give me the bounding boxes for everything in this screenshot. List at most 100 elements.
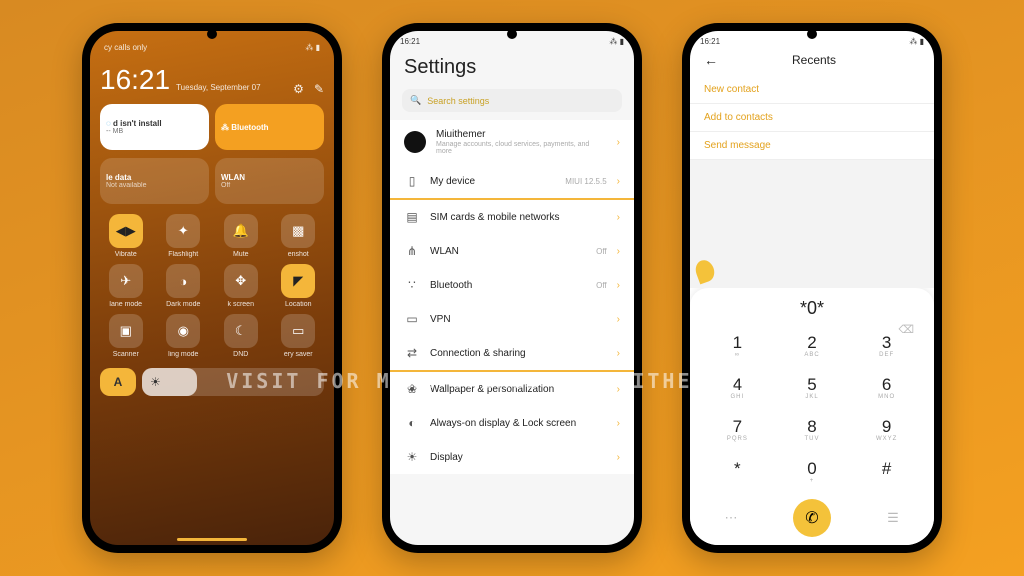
phone-dialer: 16:21 ⁂ ▮ ← Recents New contactAdd to co…	[682, 23, 942, 553]
settings-row[interactable]: ☀Display›	[390, 440, 634, 474]
status-time: 16:21	[700, 37, 720, 46]
keypad-key[interactable]: 7PQRS	[700, 409, 775, 451]
quick-tile[interactable]: ◌ d isn't install-- MB	[100, 104, 209, 150]
keypad-key[interactable]: 0+	[775, 451, 850, 493]
keypad-key[interactable]: *	[700, 451, 775, 493]
quick-tile[interactable]: ⁂ Bluetooth	[215, 104, 324, 150]
tile-sub: Not available	[106, 182, 203, 189]
toggle-icon: ◑	[166, 264, 200, 298]
keypad-key[interactable]: 2ABC	[775, 325, 850, 367]
settings-row[interactable]: ⋔WLANOff›	[390, 234, 634, 268]
quick-toggle[interactable]: ✥k screen	[215, 264, 267, 308]
quick-toggle[interactable]: ◑ Dark mode	[158, 264, 210, 308]
status-bar: cy calls only ⁂ ▮	[100, 43, 324, 58]
row-label: Always-on display & Lock screen	[430, 418, 607, 429]
row-icon: ▭	[404, 311, 420, 327]
toggle-label: lane mode	[109, 301, 142, 308]
call-button[interactable]: ✆	[793, 499, 831, 537]
my-device-label: My device	[430, 176, 555, 187]
keypad-key[interactable]: 1∞	[700, 325, 775, 367]
settings-row[interactable]: ▤SIM cards & mobile networks›	[390, 200, 634, 234]
toggle-label: Location	[285, 301, 311, 308]
quick-toggle[interactable]: ◉ling mode	[158, 314, 210, 358]
account-row[interactable]: Miuithemer Manage accounts, cloud servic…	[390, 120, 634, 164]
dialer-action[interactable]: Send message	[690, 132, 934, 160]
keypad-key[interactable]: 8TUV	[775, 409, 850, 451]
my-device-row[interactable]: ▯ My device MIUI 12.5.5 ›	[390, 164, 634, 198]
row-label: Bluetooth	[430, 280, 586, 291]
quick-toggle[interactable]: 🔔 Mute	[215, 214, 267, 258]
dial-value: *0*	[800, 298, 824, 319]
toggle-icon: ▩	[281, 214, 315, 248]
chevron-right-icon: ›	[617, 384, 620, 395]
brightness-slider[interactable]: ☀	[142, 368, 324, 396]
toggle-label: Scanner	[113, 351, 139, 358]
quick-toggle[interactable]: ▭ery saver	[273, 314, 325, 358]
quick-tile[interactable]: le dataNot available	[100, 158, 209, 204]
keypad-key[interactable]: 4GHI	[700, 367, 775, 409]
toggle-label: enshot	[288, 251, 309, 258]
search-input[interactable]: 🔍 Search settings	[402, 89, 622, 112]
quick-toggle[interactable]: ▩ enshot	[273, 214, 325, 258]
toggle-icon: ◤	[281, 264, 315, 298]
settings-icon[interactable]: ⚙	[293, 82, 304, 96]
account-name: Miuithemer	[436, 129, 485, 140]
quick-toggle[interactable]: ◀▶ Vibrate	[100, 214, 152, 258]
quick-toggle[interactable]: ◤ Location	[273, 264, 325, 308]
location-pin-icon	[693, 258, 717, 285]
quick-toggle[interactable]: ✈lane mode	[100, 264, 152, 308]
contacts-icon[interactable]: ☰	[873, 510, 913, 526]
toggle-icon: ✥	[224, 264, 258, 298]
key-number: 0	[807, 459, 816, 479]
key-letters: ABC	[804, 352, 819, 360]
keypad-key[interactable]: #	[849, 451, 924, 493]
recents-list	[690, 160, 934, 288]
row-icon: ⋔	[404, 243, 420, 259]
key-number: 6	[882, 375, 891, 395]
quick-tile[interactable]: WLANOff	[215, 158, 324, 204]
settings-row[interactable]: ❀Wallpaper & personalization›	[390, 372, 634, 406]
quick-toggle[interactable]: ✦Flashlight	[158, 214, 210, 258]
chevron-right-icon: ›	[617, 246, 620, 257]
key-number: 7	[733, 417, 742, 437]
toggle-label: Mute	[233, 251, 249, 258]
dialer-action[interactable]: Add to contacts	[690, 104, 934, 132]
auto-brightness-toggle[interactable]: A	[100, 368, 136, 396]
keypad-key[interactable]: 5JKL	[775, 367, 850, 409]
toggle-label: Vibrate	[115, 251, 137, 258]
settings-row[interactable]: ⇄Connection & sharing›	[390, 336, 634, 370]
quick-toggle[interactable]: ▣Scanner	[100, 314, 152, 358]
toggle-icon: 🔔	[224, 214, 258, 248]
key-letters: ∞	[735, 352, 740, 360]
dialer-action[interactable]: New contact	[690, 76, 934, 104]
toggle-icon: ◉	[166, 314, 200, 348]
key-letters: GHI	[730, 394, 744, 402]
keypad-key[interactable]: 6MNO	[849, 367, 924, 409]
phone-settings: 16:21 ⁂ ▮ Settings 🔍 Search settings Miu…	[382, 23, 642, 553]
date-text: Tuesday, September 07	[176, 83, 287, 96]
tile-title: ⁂ Bluetooth	[221, 123, 318, 132]
row-label: Wallpaper & personalization	[430, 384, 607, 395]
tile-sub: Off	[221, 182, 318, 189]
settings-row[interactable]: ◐Always-on display & Lock screen›	[390, 406, 634, 440]
toggle-label: Dark mode	[166, 301, 200, 308]
toggle-icon: ◀▶	[109, 214, 143, 248]
key-letters: +	[810, 478, 815, 486]
edit-icon[interactable]: ✎	[314, 82, 324, 96]
camera-notch	[507, 29, 517, 39]
settings-row[interactable]: ▭VPN›	[390, 302, 634, 336]
key-letters: TUV	[804, 436, 819, 444]
keypad-key[interactable]: 9WXYZ	[849, 409, 924, 451]
settings-row[interactable]: ∵BluetoothOff›	[390, 268, 634, 302]
backspace-icon[interactable]: ⌫	[898, 323, 914, 336]
row-icon: ☀	[404, 449, 420, 465]
menu-icon[interactable]: ⋯	[711, 510, 751, 526]
chevron-right-icon: ›	[617, 212, 620, 223]
status-time: 16:21	[400, 37, 420, 46]
home-indicator[interactable]	[177, 538, 247, 541]
key-number: 5	[807, 375, 816, 395]
row-label: VPN	[430, 314, 607, 325]
toggle-icon: ✦	[166, 214, 200, 248]
row-label: WLAN	[430, 246, 586, 257]
quick-toggle[interactable]: ☾DND	[215, 314, 267, 358]
